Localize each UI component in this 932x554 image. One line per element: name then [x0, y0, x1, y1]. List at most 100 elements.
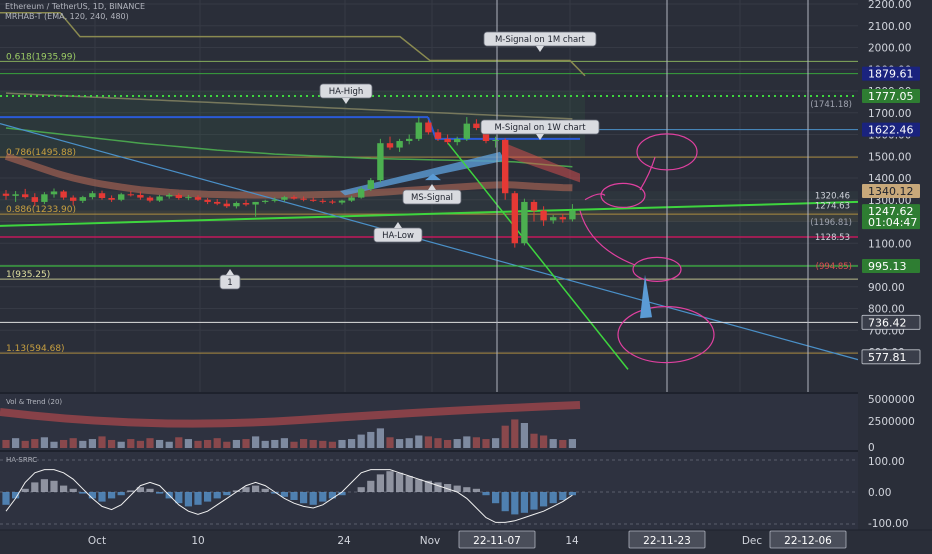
candle-body [444, 138, 451, 143]
volume-bar [472, 437, 480, 448]
price-level-text: (994.85) [816, 262, 852, 272]
volume-bar [223, 441, 231, 448]
volume-bar [204, 439, 212, 448]
osc-bar [261, 488, 269, 492]
candle-body [214, 201, 221, 204]
osc-bar [79, 492, 87, 494]
osc-bar [396, 472, 404, 492]
candle-body [12, 194, 19, 196]
volume-bar [396, 439, 404, 448]
volume-bar [415, 435, 423, 448]
volume-bar [280, 438, 288, 448]
volume-bar [348, 439, 356, 448]
annotation-label: M-Signal on 1W chart [494, 123, 586, 133]
osc-bar [252, 485, 260, 492]
price-tick: 1500.00 [868, 151, 911, 163]
osc-bar [559, 492, 567, 500]
price-level-text: (1741.18) [810, 100, 852, 110]
osc-bar [2, 492, 10, 505]
volume-bar [482, 439, 490, 448]
volume-bar [261, 440, 269, 448]
osc-bar [511, 492, 519, 515]
fib-label: 0.886(1233.90) [6, 205, 76, 215]
candle-body [348, 197, 355, 201]
time-tick: Nov [420, 535, 441, 547]
candle-body [492, 139, 499, 142]
target-circle-3 [632, 256, 682, 282]
candle-body [425, 122, 432, 133]
annotation-label: 1 [227, 278, 232, 288]
osc-bar [194, 492, 202, 505]
volume-panel: Vol & Trend (20) [0, 392, 932, 450]
chart-canvas[interactable]: 0.618(1935.99)0.786(1495.88)0.886(1233.9… [0, 0, 932, 550]
time-highlight-label: 22-12-06 [784, 535, 832, 547]
volume-bar [136, 440, 144, 448]
osc-bar [328, 492, 336, 499]
annotation-label: HA-Low [382, 231, 414, 241]
volume-bar [175, 437, 183, 448]
candle-body [415, 122, 422, 139]
volume-bar [319, 440, 327, 448]
candle-body [290, 197, 298, 199]
osc-bar [242, 487, 250, 492]
osc-bar [60, 485, 68, 492]
price-tick: 2200.00 [868, 0, 911, 11]
osc-tick: 100.00 [868, 456, 905, 468]
candle-body [70, 197, 77, 201]
volume-bar [290, 441, 298, 448]
candle-body [329, 201, 336, 203]
candle-body [156, 196, 163, 201]
candle-body [108, 198, 115, 200]
volume-bar [117, 441, 125, 448]
candle-body [502, 139, 509, 194]
candle-body [386, 143, 394, 148]
time-tick: 24 [337, 535, 351, 547]
volume-bar [492, 438, 500, 448]
candle-body [89, 193, 96, 198]
price-label-text: 1777.05 [868, 90, 914, 103]
price-label-text: 1622.46 [868, 124, 914, 137]
volume-bar [194, 440, 202, 448]
candle-body [271, 199, 278, 201]
osc-bar [492, 492, 500, 504]
osc-bar [280, 492, 288, 497]
time-highlight-label: 22-11-23 [643, 535, 691, 547]
osc-bar [146, 488, 154, 492]
price-label-text: 1340.12 [868, 185, 914, 198]
osc-tick: 0.00 [868, 487, 891, 499]
osc-bar [319, 492, 327, 502]
osc-tick: -100.00 [868, 518, 909, 530]
osc-bar [309, 492, 317, 505]
price-label-text: 577.81 [868, 351, 907, 364]
price-label-text: 01:04:47 [868, 216, 917, 229]
volume-bar [79, 440, 87, 448]
candle-body [319, 200, 326, 202]
osc-bar [520, 492, 528, 513]
osc-bar [50, 480, 58, 492]
candle-body [281, 197, 288, 200]
candle-body [367, 180, 374, 189]
volume-bar [242, 439, 250, 448]
candle-body [463, 123, 470, 139]
candle-body [473, 123, 480, 128]
volume-bar [232, 439, 240, 448]
volume-bar [444, 439, 452, 448]
candle-body [41, 194, 48, 202]
osc-bar [31, 482, 39, 492]
candle-body [185, 197, 192, 199]
volume-bar [21, 440, 29, 448]
osc-bar [40, 479, 48, 492]
volume-bar [60, 439, 68, 448]
candle-body [31, 197, 38, 202]
osc-bar [549, 492, 557, 504]
candle-body [540, 210, 547, 221]
candle-body [2, 193, 10, 196]
candle-body [454, 138, 461, 143]
osc-bar [482, 492, 490, 496]
price-tick: 1700.00 [868, 108, 911, 120]
candle-body [396, 141, 403, 148]
candle-body [521, 201, 528, 244]
volume-bar [568, 439, 576, 448]
osc-bar [127, 490, 135, 492]
osc-bar [69, 488, 77, 492]
